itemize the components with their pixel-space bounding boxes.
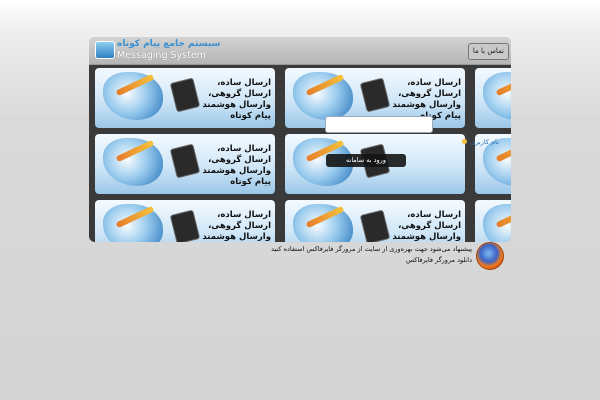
logo-title-english: Messaging System [117, 50, 206, 61]
banner-tile: ارسال ساده، ارسال گروهی، وارسال هوشمند پ… [285, 200, 465, 242]
banner-text: ارسال ساده، ارسال گروهی، وارسال هوشمند پ… [202, 210, 271, 242]
username-label: نام کاربری : [466, 138, 499, 146]
app-header: سیستم جامع پیام کوتاه Messaging System ت… [89, 37, 511, 65]
contact-us-button[interactable]: تماس با ما [467, 43, 509, 60]
message-app-icon [95, 41, 115, 59]
banner-tile: ارسال ساده، ارسال گروهی، وارسال هوشمند پ… [95, 134, 275, 194]
banner-text: ارسال ساده، ارسال گروهی، وارسال هوشمند پ… [392, 210, 461, 242]
logo-title-persian: سیستم جامع پیام کوتاه [117, 39, 221, 49]
login-button[interactable]: ورود به سامانه [326, 154, 406, 167]
browser-notice-text: پیشنهاد می‌شود جهت بهره‌وری از سایت از م… [271, 245, 472, 253]
banner-tile: ارسال ساده، ارسال گروهی، وارسال هوشمند پ… [95, 200, 275, 242]
firefox-icon[interactable] [476, 242, 504, 270]
app-frame: سیستم جامع پیام کوتاه Messaging System ت… [89, 37, 511, 242]
banner-text: ارسال ساده، ارسال گروهی، وارسال هوشمند پ… [202, 78, 271, 121]
banner-tile [475, 68, 511, 128]
banner-tile [475, 200, 511, 242]
banner-grid: ارسال ساده، ارسال گروهی، وارسال هوشمند پ… [89, 65, 511, 242]
firefox-download-link[interactable]: دانلود مرورگر فایرفاکس [406, 256, 472, 264]
banner-text: ارسال ساده، ارسال گروهی، وارسال هوشمند پ… [202, 144, 271, 187]
login-input[interactable] [325, 116, 433, 133]
banner-tile: ارسال ساده، ارسال گروهی، وارسال هوشمند پ… [95, 68, 275, 128]
